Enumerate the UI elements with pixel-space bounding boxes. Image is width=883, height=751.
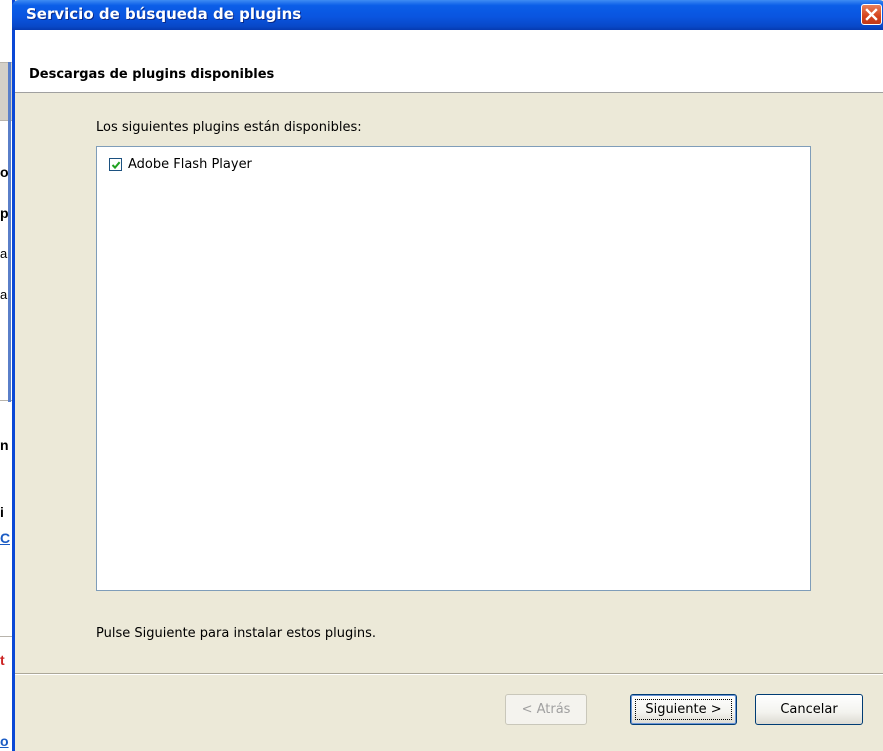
list-item[interactable]: Adobe Flash Player [109, 157, 252, 172]
background-accent-bar [8, 62, 11, 402]
next-button[interactable]: Siguiente > [630, 694, 737, 725]
dialog-title: Servicio de búsqueda de plugins [26, 5, 302, 23]
wizard-page-title: Descargas de plugins disponibles [29, 67, 275, 82]
wizard-header: Descargas de plugins disponibles [15, 30, 883, 93]
background-text-fragment: n [0, 437, 9, 453]
background-link-fragment[interactable]: o [0, 733, 10, 749]
next-button-label: Siguiente > [645, 702, 722, 717]
dialog-titlebar[interactable]: Servicio de búsqueda de plugins [12, 0, 883, 30]
plugin-checkbox[interactable] [109, 158, 122, 171]
close-button[interactable] [861, 4, 882, 25]
plugin-list-caption: Los siguientes plugins están disponibles… [96, 120, 362, 135]
checkmark-icon [111, 161, 120, 169]
plugin-list[interactable]: Adobe Flash Player [96, 146, 811, 591]
button-area-divider-highlight [15, 674, 883, 675]
background-text-fragment: o [0, 164, 9, 180]
background-text-fragment: p [0, 205, 9, 221]
close-icon [865, 8, 878, 21]
cancel-button[interactable]: Cancelar [755, 694, 863, 725]
background-text-fragment: i [0, 504, 4, 520]
plugin-name: Adobe Flash Player [128, 157, 252, 172]
plugin-finder-dialog: Servicio de búsqueda de plugins Descarga… [12, 0, 883, 751]
background-link-fragment[interactable]: C [0, 530, 10, 546]
background-text-fragment: t [0, 652, 5, 668]
install-instructions: Pulse Siguiente para instalar estos plug… [96, 626, 377, 641]
back-button[interactable]: < Atrás [505, 694, 587, 725]
screen: o p a a n i C t o Servicio de búsqueda d… [0, 0, 883, 751]
background-text-fragment: a [0, 287, 8, 302]
background-text-fragment: a [0, 246, 8, 261]
